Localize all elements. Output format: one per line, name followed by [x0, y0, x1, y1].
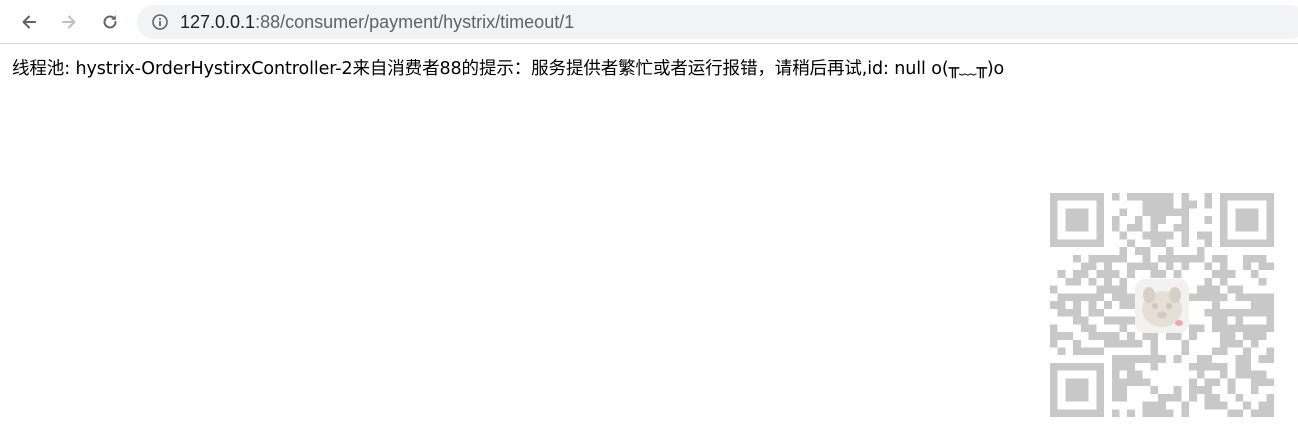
- reload-icon: [103, 15, 117, 29]
- url-path: :88/consumer/payment/hystrix/timeout/1: [255, 12, 575, 32]
- reload-button[interactable]: [94, 6, 126, 38]
- back-button[interactable]: [13, 6, 45, 38]
- back-arrow-icon: [22, 15, 36, 29]
- info-icon[interactable]: [151, 13, 169, 31]
- url-host: 127.0.0.1: [180, 12, 256, 32]
- browser-toolbar: 127.0.0.1:88/consumer/payment/hystrix/ti…: [0, 0, 1298, 44]
- url-text[interactable]: 127.0.0.1:88/consumer/payment/hystrix/ti…: [180, 12, 574, 32]
- dog-avatar-image: [1135, 279, 1189, 333]
- address-bar[interactable]: 127.0.0.1:88/consumer/payment/hystrix/ti…: [137, 5, 1298, 39]
- forward-arrow-icon: [62, 15, 76, 29]
- forward-button[interactable]: [53, 6, 85, 38]
- response-message: 线程池: hystrix-OrderHystirxController-2来自消…: [12, 59, 1005, 79]
